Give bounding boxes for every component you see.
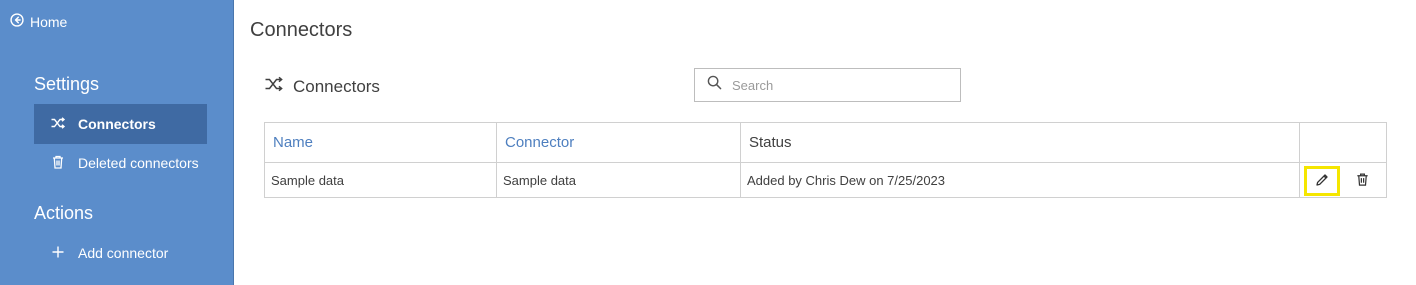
table-header-row: Name Connector Status xyxy=(265,123,1386,163)
search-input[interactable] xyxy=(732,77,932,93)
settings-section-title: Settings xyxy=(34,74,100,94)
trash-icon xyxy=(50,154,66,173)
cell-status: Added by Chris Dew on 7/25/2023 xyxy=(741,163,1300,197)
column-header-name[interactable]: Name xyxy=(265,123,497,162)
page-title: Connectors xyxy=(250,19,353,41)
column-header-status: Status xyxy=(741,123,1300,162)
search-icon xyxy=(707,75,722,95)
cell-actions xyxy=(1300,163,1386,197)
column-header-connector[interactable]: Connector xyxy=(497,123,741,162)
home-link[interactable]: Home xyxy=(10,13,67,30)
shuffle-icon xyxy=(264,74,284,99)
section-title: Connectors xyxy=(293,76,380,96)
pencil-icon xyxy=(1314,172,1330,191)
home-label: Home xyxy=(30,13,68,30)
add-connector-button[interactable]: Add connector xyxy=(34,233,207,273)
cell-connector: Sample data xyxy=(497,163,741,197)
section-header: Connectors xyxy=(264,74,380,99)
table-row[interactable]: Sample data Sample data Added by Chris D… xyxy=(265,163,1386,197)
sidebar-item-label: Connectors xyxy=(78,116,156,132)
column-header-actions xyxy=(1300,123,1386,162)
delete-button[interactable] xyxy=(1352,171,1372,191)
trash-icon xyxy=(1355,172,1370,190)
sidebar-item-label: Deleted connectors xyxy=(78,155,199,171)
add-connector-label: Add connector xyxy=(78,245,169,261)
sidebar-item-connectors[interactable]: Connectors xyxy=(34,104,207,144)
plus-icon xyxy=(50,244,66,263)
back-arrow-circle-icon xyxy=(10,13,24,30)
actions-section-title: Actions xyxy=(34,203,94,223)
search-box xyxy=(694,68,961,102)
sidebar: Home Settings Connectors Deleted connect… xyxy=(0,0,234,285)
shuffle-icon xyxy=(50,115,66,134)
sidebar-item-deleted-connectors[interactable]: Deleted connectors xyxy=(34,143,207,183)
edit-button[interactable] xyxy=(1304,166,1340,196)
cell-name: Sample data xyxy=(265,163,497,197)
connectors-table: Name Connector Status Sample data Sample… xyxy=(264,122,1387,198)
